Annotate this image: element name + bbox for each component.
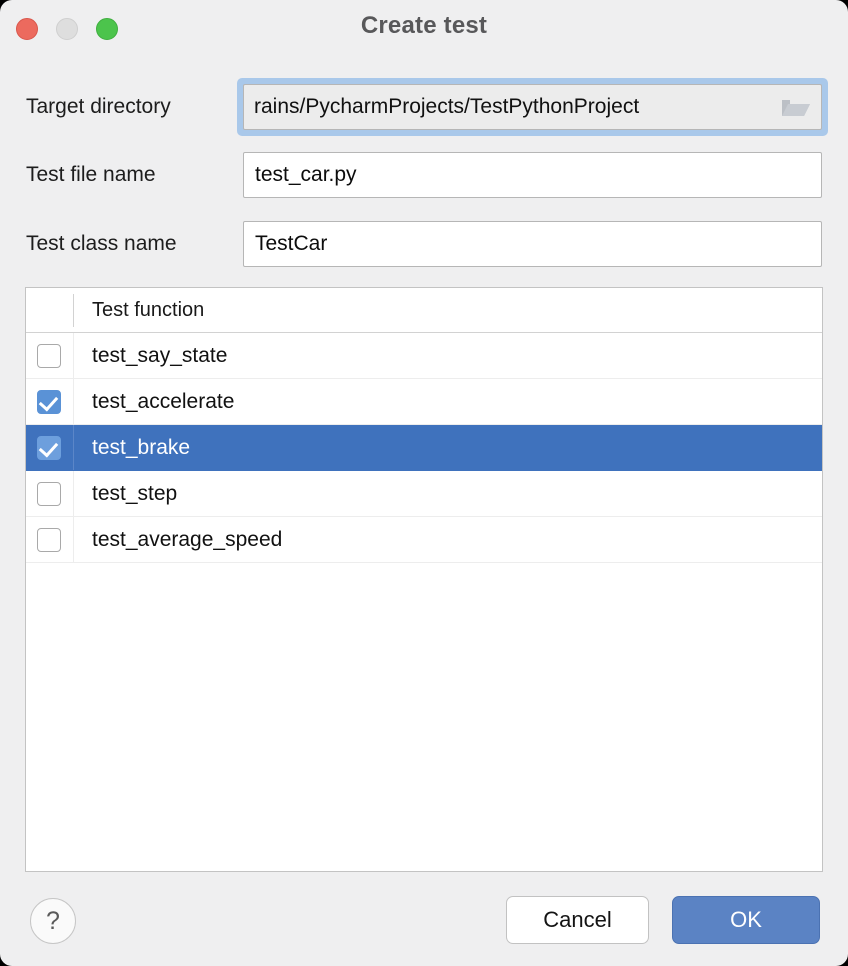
test-function-name: test_say_state bbox=[92, 333, 227, 378]
header-column-divider bbox=[73, 294, 74, 327]
row-column-divider bbox=[73, 379, 74, 424]
target-directory-value: rains/PycharmProjects/TestPythonProject bbox=[254, 85, 764, 129]
table-row[interactable]: test_brake bbox=[26, 425, 822, 471]
test-class-name-label: Test class name bbox=[26, 221, 177, 267]
test-function-name: test_step bbox=[92, 471, 177, 516]
row-checkbox[interactable] bbox=[37, 436, 61, 460]
ok-button[interactable]: OK bbox=[672, 896, 820, 944]
table-header-row: Test function bbox=[26, 288, 822, 333]
checkmark-icon bbox=[39, 438, 59, 458]
test-function-name: test_average_speed bbox=[92, 517, 282, 562]
row-column-divider bbox=[73, 471, 74, 516]
test-file-name-value: test_car.py bbox=[255, 153, 357, 197]
row-column-divider bbox=[73, 517, 74, 562]
create-test-dialog: Create test Target directory rains/Pycha… bbox=[0, 0, 848, 966]
cancel-button[interactable]: Cancel bbox=[506, 896, 649, 944]
folder-icon[interactable] bbox=[781, 97, 811, 119]
row-column-divider bbox=[73, 333, 74, 378]
dialog-title: Create test bbox=[0, 12, 848, 40]
row-checkbox[interactable] bbox=[37, 482, 61, 506]
target-directory-field-inner: rains/PycharmProjects/TestPythonProject bbox=[243, 84, 822, 130]
row-checkbox[interactable] bbox=[37, 344, 61, 368]
column-header-test-function: Test function bbox=[92, 288, 204, 332]
test-function-name: test_accelerate bbox=[92, 379, 234, 424]
help-button[interactable]: ? bbox=[30, 898, 76, 944]
target-directory-label: Target directory bbox=[26, 84, 171, 130]
test-file-name-label: Test file name bbox=[26, 152, 156, 198]
table-row[interactable]: test_say_state bbox=[26, 333, 822, 379]
row-checkbox[interactable] bbox=[37, 528, 61, 552]
test-file-name-field[interactable]: test_car.py bbox=[243, 152, 822, 198]
table-row[interactable]: test_step bbox=[26, 471, 822, 517]
test-file-name-row: Test file name test_car.py bbox=[0, 152, 848, 198]
test-class-name-field[interactable]: TestCar bbox=[243, 221, 822, 267]
dialog-titlebar: Create test bbox=[0, 0, 848, 58]
test-function-name: test_brake bbox=[92, 425, 190, 470]
table-row[interactable]: test_average_speed bbox=[26, 517, 822, 563]
test-class-name-row: Test class name TestCar bbox=[0, 221, 848, 267]
row-checkbox[interactable] bbox=[37, 390, 61, 414]
row-column-divider bbox=[73, 425, 74, 470]
target-directory-field[interactable]: rains/PycharmProjects/TestPythonProject bbox=[237, 78, 828, 136]
test-class-name-value: TestCar bbox=[255, 222, 327, 266]
test-function-table[interactable]: Test function test_say_statetest_acceler… bbox=[25, 287, 823, 872]
table-row[interactable]: test_accelerate bbox=[26, 379, 822, 425]
checkmark-icon bbox=[39, 392, 59, 412]
target-directory-row: Target directory rains/PycharmProjects/T… bbox=[0, 84, 848, 130]
